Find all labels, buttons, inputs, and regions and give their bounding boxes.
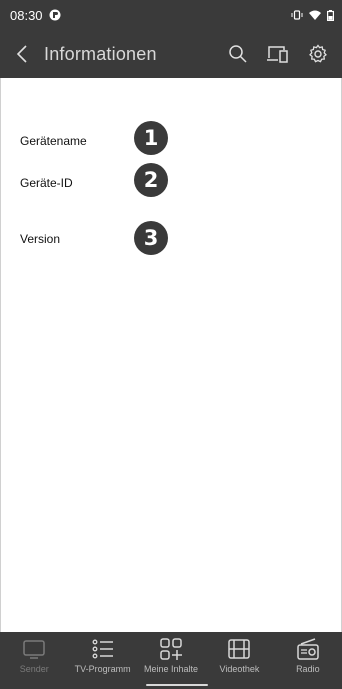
nav-label-sender: Sender — [19, 664, 49, 674]
nav-label-videothek: Videothek — [219, 664, 260, 674]
nav-item-tv-programm[interactable]: TV-Programm — [68, 632, 136, 689]
wifi-icon — [309, 10, 321, 20]
nav-label-radio: Radio — [296, 664, 320, 674]
device-name-label: Gerätename — [20, 134, 87, 148]
home-indicator — [146, 684, 208, 686]
vibrate-icon — [291, 10, 303, 20]
page-title: Informationen — [44, 43, 157, 64]
nav-item-meine-inhalte[interactable]: Meine Inhalte — [137, 632, 205, 689]
tv-icon — [23, 640, 45, 659]
search-button[interactable] — [218, 30, 258, 78]
chevron-left-icon — [16, 45, 27, 63]
grid-add-icon — [160, 638, 183, 660]
annotation-marker-3: 3 — [134, 221, 168, 255]
list-icon — [92, 639, 113, 659]
nav-item-videothek[interactable]: Videothek — [205, 632, 273, 689]
annotation-marker-2: 2 — [134, 163, 168, 197]
status-time: 08:30 — [10, 7, 43, 23]
header-actions — [218, 30, 338, 78]
info-content: Gerätename 1 Geräte-ID 2 Version 3 — [0, 78, 342, 632]
devices-button[interactable] — [258, 30, 298, 78]
gear-icon — [309, 44, 327, 63]
settings-button[interactable] — [298, 30, 338, 78]
back-button[interactable] — [0, 30, 44, 78]
battery-icon — [327, 9, 334, 21]
nav-item-radio[interactable]: Radio — [274, 632, 342, 689]
version-label: Version — [20, 232, 61, 246]
device-id-label: Geräte-ID — [20, 176, 73, 190]
devices-icon — [267, 46, 288, 63]
status-bar: 08:30 — [0, 0, 342, 30]
app-header: Informationen — [0, 30, 342, 78]
nav-item-sender[interactable]: Sender — [0, 632, 68, 689]
radio-icon — [297, 638, 319, 660]
app-notification-icon — [49, 9, 61, 21]
annotation-marker-1: 1 — [134, 121, 168, 155]
nav-label-meine-inhalte: Meine Inhalte — [143, 664, 199, 674]
nav-label-tv-programm: TV-Programm — [74, 664, 131, 674]
film-icon — [228, 639, 251, 659]
search-icon — [229, 45, 247, 63]
bottom-navigation: Sender TV-Programm Meine Inhalte Videoth… — [0, 632, 342, 689]
